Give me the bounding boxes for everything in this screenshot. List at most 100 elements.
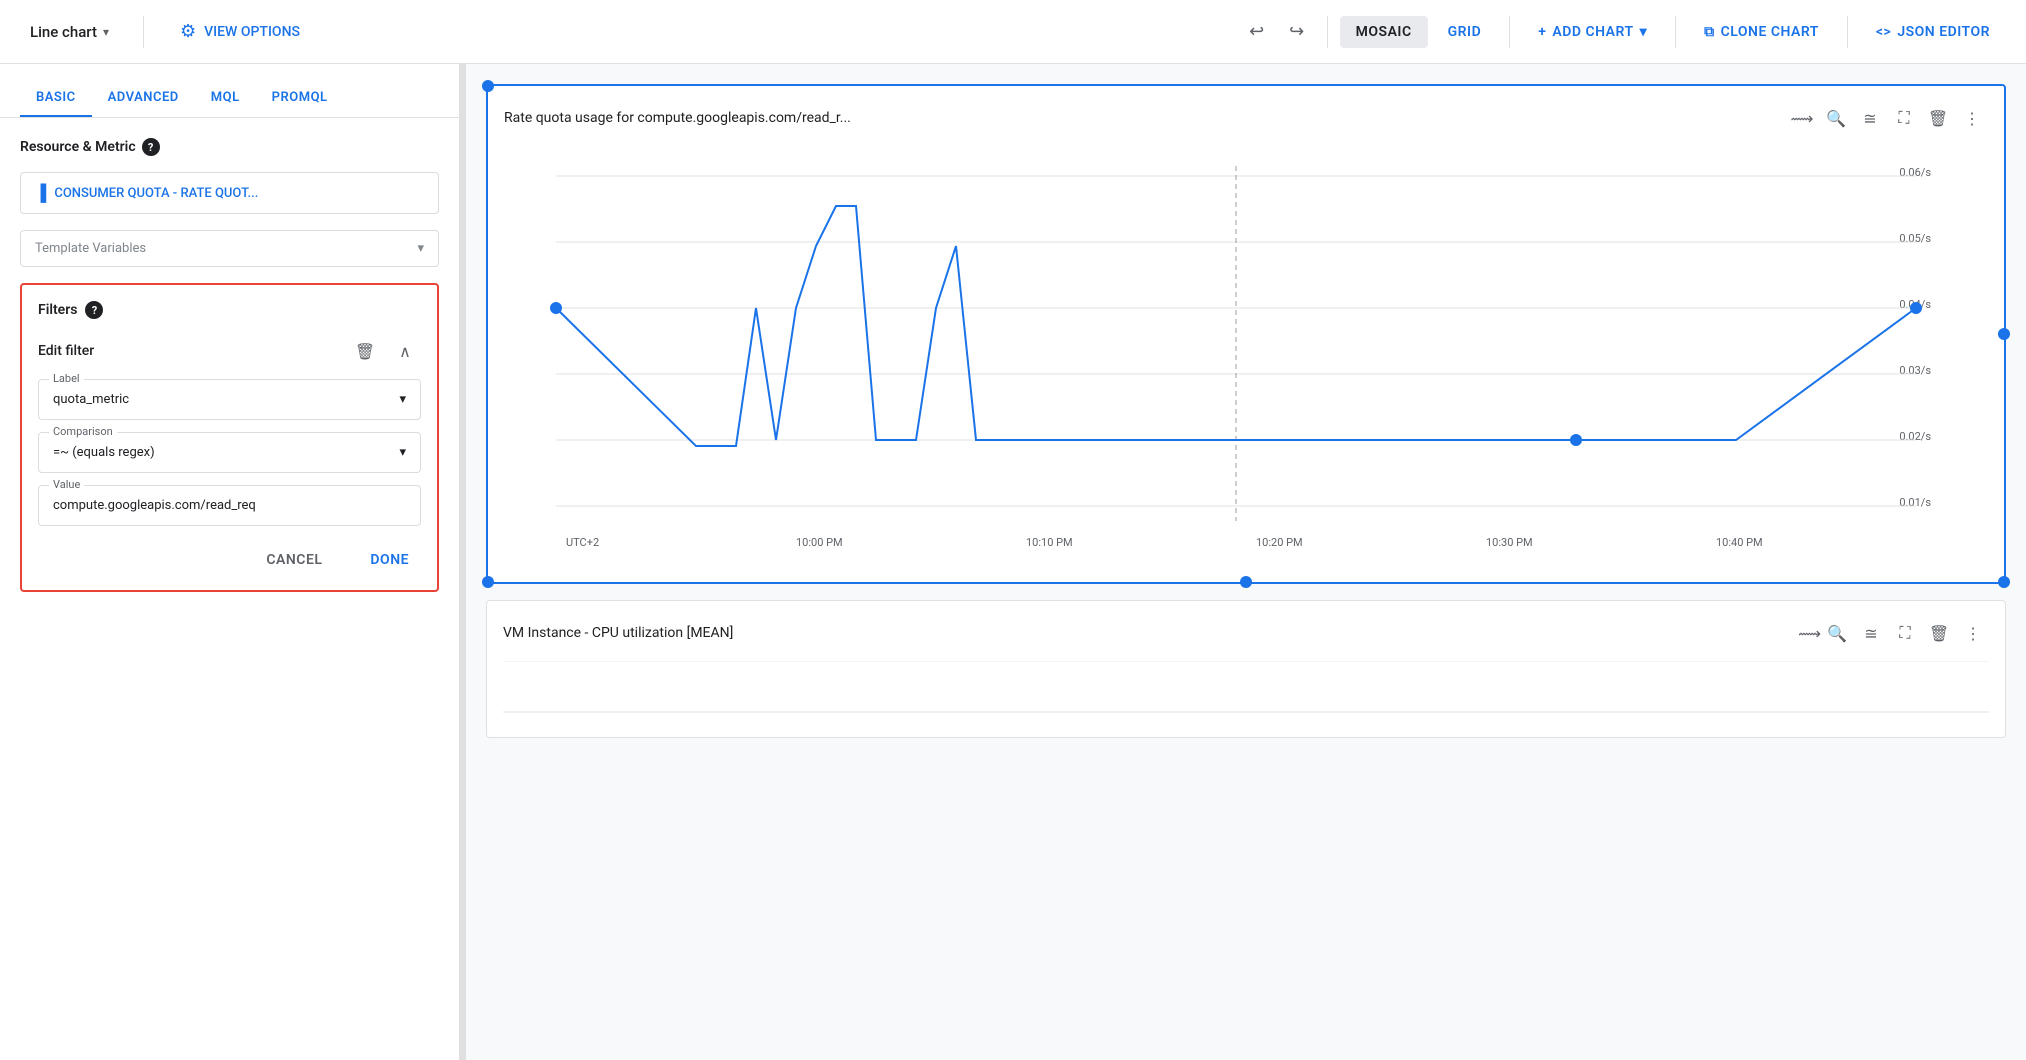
right-toolbar: ↩ ↪ MOSAIC GRID + ADD CHART ▾ ⧉ CLONE CH… [1239,14,2006,50]
trash-icon-1: 🗑 [1928,109,1948,128]
selection-dot-bc[interactable] [1240,576,1252,588]
cancel-button[interactable]: CANCEL [254,546,334,574]
chart-header-icons-2: 🔍 ≅ ⛶ 🗑 ⋮ [1821,617,1989,649]
gear-icon: ⚙ [180,21,196,42]
comparison-field: Comparison =~ (equals regex) ▾ [38,432,421,473]
toolbar-divider-3 [1509,16,1510,48]
label-field: Label quota_metric ▾ [38,379,421,420]
filters-label: Filters [38,302,77,318]
redo-icon: ↪ [1289,21,1304,42]
collapse-filter-button[interactable]: ∧ [389,335,421,367]
svg-text:10:00 PM: 10:00 PM [796,536,843,549]
label-chevron-icon[interactable]: ▾ [399,392,406,407]
delete-filter-button[interactable]: 🗑 [349,335,381,367]
tabs-row: BASIC ADVANCED MQL PROMQL [0,64,459,118]
json-editor-button[interactable]: <> JSON EDITOR [1860,16,2006,48]
selection-dot-tl[interactable] [482,80,494,92]
svg-text:10:30 PM: 10:30 PM [1486,536,1533,549]
redo-button[interactable]: ↪ [1279,14,1315,50]
edit-filter-label: Edit filter [38,343,94,359]
sparkline-button-1[interactable]: ⟿ [1786,102,1818,134]
tab-promql[interactable]: PROMQL [256,80,344,117]
chart-title-1: Rate quota usage for compute.googleapis.… [504,110,1786,126]
more-button-2[interactable]: ⋮ [1957,617,1989,649]
mosaic-label: MOSAIC [1356,24,1412,40]
chart-card-1: Rate quota usage for compute.googleapis.… [486,84,2006,584]
filter-icon-2: ≅ [1864,624,1877,643]
clone-chart-button[interactable]: ⧉ CLONE CHART [1688,16,1835,48]
filters-help-icon[interactable]: ? [85,301,103,319]
undo-button[interactable]: ↩ [1239,14,1275,50]
value-field-legend: Value [49,478,84,491]
chart-svg-1: 0.06/s 0.05/s 0.04/s 0.03/s 0.02/s 0.01/… [504,146,1988,566]
add-chart-chevron-icon: ▾ [1640,24,1648,40]
grid-label: GRID [1448,24,1482,40]
svg-text:0.05/s: 0.05/s [1899,232,1931,245]
svg-text:0.01/s: 0.01/s [1899,496,1931,509]
view-options-label: VIEW OPTIONS [204,24,300,40]
selection-dot-br[interactable] [1998,576,2010,588]
plus-icon: + [1538,24,1546,40]
selection-dot-mr[interactable] [1998,328,2010,340]
value-field-value: compute.googleapis.com/read_req [53,498,256,513]
edit-filter-actions: 🗑 ∧ [349,335,421,367]
top-toolbar: Line chart ▾ ⚙ VIEW OPTIONS ↩ ↪ MOSAIC G… [0,0,2026,64]
filter-button-1[interactable]: ≅ [1854,102,1886,134]
svg-text:10:10 PM: 10:10 PM [1026,536,1073,549]
label-field-legend: Label [49,372,84,385]
grid-button[interactable]: GRID [1432,16,1498,48]
chart-title-2: VM Instance - CPU utilization [MEAN] [503,625,1790,641]
view-options-button[interactable]: ⚙ VIEW OPTIONS [168,15,312,48]
more-icon-1: ⋮ [1964,109,1980,128]
expand-icon-1: ⛶ [1898,108,1909,128]
delete-button-1[interactable]: 🗑 [1922,102,1954,134]
selection-dot-bl[interactable] [482,576,494,588]
template-variables-chevron-icon: ▾ [417,241,424,256]
left-panel: BASIC ADVANCED MQL PROMQL Resource & Met… [0,64,460,1060]
trash-icon-2: 🗑 [1929,624,1949,643]
add-chart-button[interactable]: + ADD CHART ▾ [1522,16,1663,48]
metric-selector-button[interactable]: ▐ CONSUMER QUOTA - RATE QUOT... [20,172,439,214]
chart-card-2: VM Instance - CPU utilization [MEAN] ⟿ 🔍… [486,600,2006,738]
code-icon: <> [1876,24,1891,40]
mosaic-button[interactable]: MOSAIC [1340,16,1428,48]
bar-chart-icon: ▐ [35,183,46,203]
comparison-chevron-icon[interactable]: ▾ [399,445,406,460]
clone-chart-label: CLONE CHART [1721,24,1819,40]
tab-mql[interactable]: MQL [195,80,256,117]
search-icon-2: 🔍 [1827,624,1847,643]
tab-advanced[interactable]: ADVANCED [92,80,195,117]
chart-type-label: Line chart [30,23,97,41]
expand-button-2[interactable]: ⛶ [1889,617,1921,649]
chart-type-selector[interactable]: Line chart ▾ [20,17,119,47]
comparison-field-legend: Comparison [49,425,117,438]
sparkline-icon-2[interactable]: ⟿ [1798,624,1821,643]
chart-svg-container-1: 0.06/s 0.05/s 0.04/s 0.03/s 0.02/s 0.01/… [504,146,1988,566]
right-panel: Rate quota usage for compute.googleapis.… [466,64,2026,1060]
label-field-value: quota_metric [53,392,129,407]
search-button-2[interactable]: 🔍 [1821,617,1853,649]
filters-section: Filters ? Edit filter 🗑 ∧ [20,283,439,592]
delete-button-2[interactable]: 🗑 [1923,617,1955,649]
tab-basic[interactable]: BASIC [20,80,92,117]
resource-metric-section: Resource & Metric ? [20,138,439,156]
svg-text:0.02/s: 0.02/s [1899,430,1931,443]
svg-text:UTC+2: UTC+2 [566,536,599,549]
search-button-1[interactable]: 🔍 [1820,102,1852,134]
template-variables-label: Template Variables [35,241,146,256]
more-button-1[interactable]: ⋮ [1956,102,1988,134]
filter-button-2[interactable]: ≅ [1855,617,1887,649]
resource-metric-label: Resource & Metric ? [20,138,439,156]
chart-header-icons-1: ⟿ 🔍 ≅ ⛶ 🗑 ⋮ [1786,102,1988,134]
toolbar-divider [143,16,144,48]
expand-button-1[interactable]: ⛶ [1888,102,1920,134]
svg-text:0.06/s: 0.06/s [1899,166,1931,179]
collapse-icon: ∧ [399,342,411,361]
done-button[interactable]: DONE [358,546,421,574]
template-variables-select[interactable]: Template Variables ▾ [20,230,439,267]
resource-metric-help-icon[interactable]: ? [142,138,160,156]
chart-2-svg [503,662,1989,722]
more-icon-2: ⋮ [1965,624,1981,643]
metric-btn-label: CONSUMER QUOTA - RATE QUOT... [54,186,258,201]
chart-2-body [503,661,1989,721]
